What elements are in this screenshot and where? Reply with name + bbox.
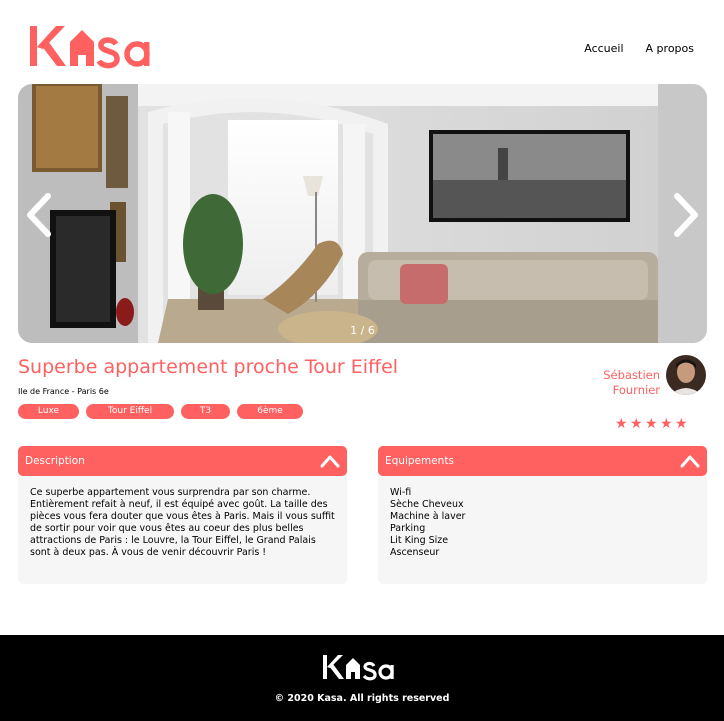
list-item: Lit King Size — [390, 535, 449, 546]
chevron-left-icon[interactable] — [24, 192, 54, 238]
site-header: Accueil A propos — [0, 0, 724, 84]
listing-title: Superbe appartement proche Tour Eiffel — [18, 356, 399, 378]
description-collapse: Description Ce superbe appartement vous … — [18, 446, 347, 584]
rating-stars: ★ ★ ★ ★ ★ — [615, 416, 688, 432]
tag: 6ème — [237, 404, 303, 419]
list-item: Wi-fi — [390, 487, 412, 498]
chevron-right-icon[interactable] — [671, 192, 701, 238]
host-first-name: Sébastien — [603, 368, 660, 382]
star-icon: ★ — [660, 416, 673, 432]
description-text: Ce superbe appartement vous surprendra p… — [30, 487, 335, 558]
host-name: Sébastien Fournier — [580, 368, 660, 398]
equipments-toggle[interactable]: Equipements — [378, 446, 707, 476]
list-item: Parking — [390, 523, 426, 534]
tag: T3 — [181, 404, 230, 419]
listing-location: Ile de France - Paris 6e — [18, 387, 109, 396]
description-toggle[interactable]: Description — [18, 446, 347, 476]
description-heading: Description — [25, 455, 85, 467]
host-last-name: Fournier — [612, 383, 660, 397]
tag-list: Luxe Tour Eiffel T3 6ème — [18, 404, 303, 419]
star-icon: ★ — [615, 416, 628, 432]
kasa-logo[interactable] — [28, 22, 168, 70]
equipments-heading: Equipements — [385, 455, 454, 467]
apartment-photo — [18, 84, 707, 343]
slide-counter: 1 / 6 — [350, 324, 375, 337]
main-nav: Accueil A propos — [584, 42, 694, 55]
nav-link-about[interactable]: A propos — [646, 42, 694, 55]
avatar — [666, 355, 706, 395]
nav-link-home[interactable]: Accueil — [584, 42, 623, 55]
chevron-up-icon[interactable] — [320, 452, 340, 470]
kasa-logo-footer — [323, 655, 394, 681]
list-item: Sèche Cheveux — [390, 499, 464, 510]
star-icon: ★ — [645, 416, 658, 432]
equipment-list: Wi-fi Sèche Cheveux Machine à laver Park… — [390, 487, 695, 559]
equipments-collapse: Equipements Wi-fi Sèche Cheveux Machine … — [378, 446, 707, 584]
copyright-text: © 2020 Kasa. All rights reserved — [274, 693, 450, 704]
star-icon: ★ — [630, 416, 643, 432]
chevron-up-icon[interactable] — [680, 452, 700, 470]
star-icon: ★ — [675, 416, 688, 432]
list-item: Machine à laver — [390, 511, 466, 522]
site-footer: © 2020 Kasa. All rights reserved — [0, 635, 724, 721]
list-item: Ascenseur — [390, 547, 440, 558]
image-carousel: 1 / 6 — [18, 84, 707, 343]
tag: Tour Eiffel — [86, 404, 174, 419]
tag: Luxe — [18, 404, 79, 419]
